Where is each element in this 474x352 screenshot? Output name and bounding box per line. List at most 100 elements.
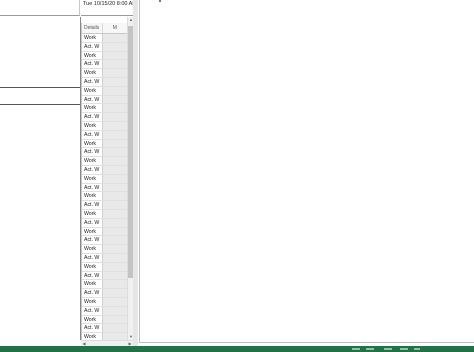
timescale-pane[interactable]: [139, 0, 474, 343]
table-row[interactable]: Work: [82, 121, 127, 131]
table-row[interactable]: Work: [82, 315, 127, 325]
work-value-cell[interactable]: [102, 34, 127, 42]
work-value-cell[interactable]: [102, 192, 127, 201]
view-shortcut-icon[interactable]: [366, 348, 374, 350]
work-value-cell[interactable]: [102, 324, 127, 333]
table-row[interactable]: Act. W: [82, 77, 127, 87]
row-detail-label: Work: [82, 245, 103, 253]
table-row[interactable]: Work: [82, 227, 127, 237]
table-row[interactable]: Work: [82, 192, 127, 202]
table-row[interactable]: Work: [82, 157, 127, 166]
work-value-cell[interactable]: [102, 130, 127, 139]
work-value-cell[interactable]: [102, 95, 127, 104]
table-row[interactable]: Act. W: [82, 289, 127, 298]
table-row[interactable]: Work: [82, 262, 127, 272]
table-row[interactable]: Act. W: [82, 42, 127, 52]
work-value-cell[interactable]: [102, 183, 127, 192]
work-value-cell[interactable]: [102, 201, 127, 209]
table-row[interactable]: Act. W: [82, 113, 127, 122]
row-detail-label: Act. W: [82, 324, 103, 333]
table-row[interactable]: Act. W: [82, 218, 127, 228]
work-value-cell[interactable]: [102, 236, 127, 245]
work-value-cell[interactable]: [102, 148, 127, 157]
table-row[interactable]: Act. W: [82, 130, 127, 140]
row-divider: [0, 104, 80, 105]
row-detail-label: Act. W: [82, 95, 103, 104]
table-row[interactable]: Work: [82, 245, 127, 254]
table-row[interactable]: Act. W: [82, 236, 127, 246]
table-row[interactable]: Act. W: [82, 253, 127, 263]
table-row[interactable]: Work: [82, 280, 127, 290]
table-row[interactable]: Work: [82, 86, 127, 96]
row-detail-label: Act. W: [82, 253, 103, 262]
date-field[interactable]: Tue 10/15/20 8:00 AM: [81, 0, 137, 16]
work-value-cell[interactable]: [102, 104, 127, 113]
details-column-header[interactable]: Details: [82, 23, 103, 33]
work-value-cell[interactable]: [102, 306, 127, 315]
row-detail-label: Work: [82, 297, 103, 306]
work-value-cell[interactable]: [102, 271, 127, 280]
row-detail-label: Act. W: [82, 218, 103, 227]
work-value-cell[interactable]: [102, 227, 127, 236]
work-value-cell[interactable]: [102, 60, 127, 69]
table-row[interactable]: Act. W: [82, 324, 127, 334]
table-row[interactable]: Work: [82, 174, 127, 184]
work-value-cell[interactable]: [102, 315, 127, 324]
row-detail-label: Act. W: [82, 306, 103, 315]
row-detail-label: Work: [82, 192, 103, 201]
row-detail-label: Act. W: [82, 42, 103, 51]
table-row[interactable]: Work: [82, 51, 127, 61]
row-detail-label: Act. W: [82, 113, 103, 121]
work-value-cell[interactable]: [102, 157, 127, 165]
row-detail-label: Act. W: [82, 289, 103, 297]
split-bar[interactable]: [133, 0, 138, 346]
view-shortcut-icon[interactable]: [400, 348, 408, 350]
row-detail-label: Act. W: [82, 183, 103, 192]
table-row[interactable]: Act. W: [82, 148, 127, 158]
work-value-cell[interactable]: [102, 209, 127, 218]
table-row[interactable]: Work: [82, 139, 127, 149]
work-value-cell[interactable]: [102, 218, 127, 227]
table-row[interactable]: Work: [82, 297, 127, 307]
table-row[interactable]: Act. W: [82, 201, 127, 210]
work-value-cell[interactable]: [102, 86, 127, 95]
row-detail-label: Work: [82, 34, 103, 42]
table-row[interactable]: Act. W: [82, 306, 127, 316]
table-row[interactable]: Work: [82, 69, 127, 78]
task-sheet-pane[interactable]: [0, 17, 80, 340]
row-detail-label: Act. W: [82, 201, 103, 209]
table-row[interactable]: Act. W: [82, 271, 127, 281]
table-row[interactable]: Act. W: [82, 183, 127, 193]
work-value-cell[interactable]: [102, 77, 127, 86]
work-value-cell[interactable]: [102, 113, 127, 121]
row-detail-label: Work: [82, 139, 103, 148]
view-shortcut-icon[interactable]: [384, 348, 392, 350]
work-value-cell[interactable]: [102, 289, 127, 297]
zoom-slider[interactable]: [414, 348, 420, 350]
table-row[interactable]: Act. W: [82, 95, 127, 105]
work-value-cell[interactable]: [102, 51, 127, 60]
work-value-cell[interactable]: [102, 121, 127, 130]
row-detail-label: Act. W: [82, 148, 103, 157]
row-detail-label: Work: [82, 280, 103, 289]
table-row[interactable]: Act. W: [82, 60, 127, 70]
work-value-cell[interactable]: [102, 245, 127, 253]
work-value-cell[interactable]: [102, 253, 127, 262]
table-row[interactable]: Work: [82, 104, 127, 114]
work-value-cell[interactable]: [102, 139, 127, 148]
table-row[interactable]: Work: [82, 34, 127, 43]
row-detail-label: Work: [82, 104, 103, 113]
work-value-cell[interactable]: [102, 69, 127, 77]
table-row[interactable]: Act. W: [82, 165, 127, 175]
usage-detail-table: Details M Work Act. W Work Act. W Work Act. W…: [81, 23, 127, 351]
upper-left-pane: [0, 0, 80, 16]
work-value-cell[interactable]: [102, 165, 127, 174]
work-value-cell[interactable]: [102, 42, 127, 51]
work-value-cell[interactable]: [102, 297, 127, 306]
table-row[interactable]: Work: [82, 209, 127, 219]
work-value-cell[interactable]: [102, 280, 127, 289]
work-value-cell[interactable]: [102, 262, 127, 271]
view-shortcut-icon[interactable]: [352, 348, 360, 350]
work-value-cell[interactable]: [102, 174, 127, 183]
day-column-header[interactable]: M: [103, 23, 127, 33]
